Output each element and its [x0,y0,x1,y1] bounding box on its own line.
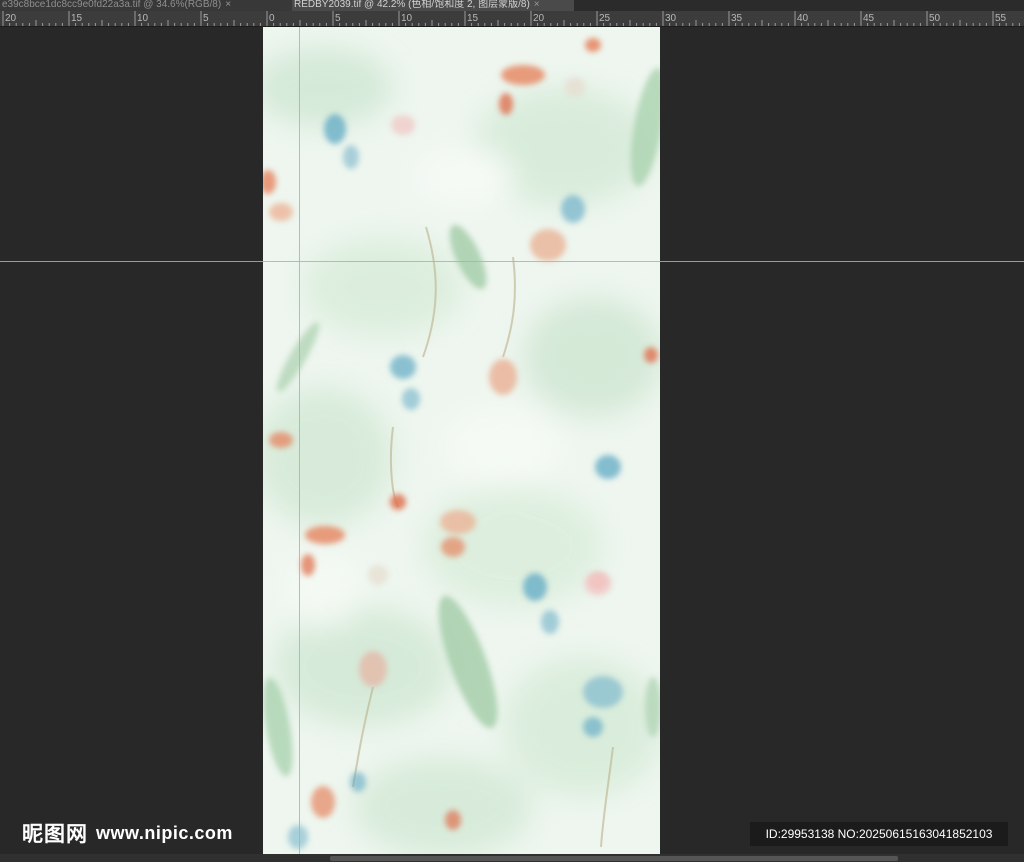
ruler-label: 5 [335,13,341,24]
watermark-logo: 昵图网 www.nipic.com [22,820,233,846]
ruler-label: 55 [995,13,1007,24]
horizontal-guide-line[interactable] [0,261,1024,262]
ruler-label: 15 [71,13,83,24]
horizontal-scrollbar[interactable] [0,854,1024,862]
document-tab-bar: e39c8bce1dc8cc9e0fd22a3a.tif @ 34.6%(RGB… [0,0,1024,11]
close-icon[interactable]: × [225,0,231,10]
scrollbar-thumb[interactable] [330,856,898,861]
ruler-label: 25 [599,13,611,24]
horizontal-ruler[interactable]: 20 15 10 5 0 5 10 15 20 25 30 35 40 45 50 55 [0,11,1024,27]
ruler-label: 50 [929,13,941,24]
document-canvas[interactable] [263,27,660,854]
ruler-label: 30 [665,13,677,24]
ruler-label: 5 [203,13,209,24]
ruler-label: 35 [731,13,743,24]
ruler-label: 20 [5,13,17,24]
tab-document-2-label: REDBY2039.tif @ 42.2% (色相/饱和度 2, 图层蒙版/8) [294,0,530,10]
ruler-label: 15 [467,13,479,24]
ruler-label: 10 [137,13,149,24]
tab-document-2[interactable]: REDBY2039.tif @ 42.2% (色相/饱和度 2, 图层蒙版/8)… [292,0,574,11]
ruler-ticks: 20 15 10 5 0 5 10 15 20 25 30 35 40 45 50 55 [2,11,1020,26]
floral-pattern-image [263,27,660,854]
ruler-label: 10 [401,13,413,24]
close-icon[interactable]: × [534,0,540,10]
tab-document-1-label: e39c8bce1dc8cc9e0fd22a3a.tif @ 34.6%(RGB… [2,0,222,10]
watermark-id-badge: ID:29953138 NO:20250615163041852103 [750,822,1008,846]
vertical-guide-line[interactable] [299,27,300,854]
ruler-label: 0 [269,13,275,24]
watermark-url: www.nipic.com [96,822,233,843]
ruler-label: 40 [797,13,809,24]
ruler-label: 45 [863,13,875,24]
tab-document-1[interactable]: e39c8bce1dc8cc9e0fd22a3a.tif @ 34.6%(RGB… [0,0,292,11]
watermark-logo-text: 昵图网 [22,821,88,846]
ruler-label: 20 [533,13,545,24]
